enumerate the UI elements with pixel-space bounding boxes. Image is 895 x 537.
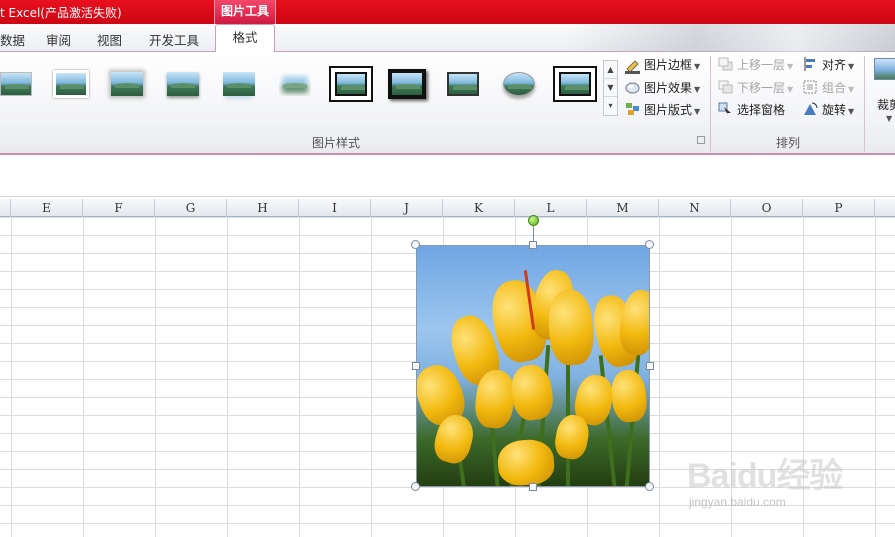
resize-handle-top[interactable] (529, 241, 537, 249)
crop-icon (874, 58, 895, 80)
column-header[interactable]: N (659, 199, 731, 217)
window-title: t Excel(产品激活失败) (0, 6, 122, 20)
picture-border-button[interactable]: 图片边框 ▼ (625, 56, 700, 76)
align-icon (803, 57, 818, 71)
picture-layout-label: 图片版式 (644, 103, 693, 117)
picture-style-thumbnail[interactable] (441, 66, 485, 102)
picture-styles-dialog-launcher-icon[interactable] (697, 136, 705, 144)
column-header[interactable]: L (515, 199, 587, 217)
gallery-more-button[interactable]: ▾ (604, 97, 617, 115)
picture-effects-icon (625, 80, 640, 94)
column-header[interactable]: E (11, 199, 83, 217)
group-separator (710, 56, 711, 152)
bring-forward-button[interactable]: 上移一层 ▼ (718, 56, 793, 76)
column-header[interactable]: G (155, 199, 227, 217)
picture-style-thumbnail[interactable] (217, 66, 261, 102)
picture-effects-label: 图片效果 (644, 81, 693, 95)
picture-style-thumbnail[interactable] (0, 66, 38, 102)
gallery-scroll-up-button[interactable]: ▲ (604, 61, 617, 79)
selection-pane-icon (718, 102, 733, 116)
align-label: 对齐 (822, 58, 847, 72)
picture-layout-button[interactable]: 图片版式 ▼ (625, 101, 700, 121)
picture-selection-border (416, 245, 650, 487)
column-header[interactable]: I (299, 199, 371, 217)
tab-developer[interactable]: 开发工具 (149, 30, 199, 49)
resize-handle-bottom-left[interactable] (411, 482, 420, 491)
group-label: 组合 (822, 81, 847, 95)
group-icon (803, 80, 818, 94)
picture-layout-icon (625, 102, 640, 116)
rotation-handle-icon[interactable] (528, 215, 539, 226)
ribbon-tab-row: 数据 审阅 视图 开发工具 格式 (0, 24, 895, 53)
gallery-scroll-down-button[interactable]: ▼ (604, 79, 617, 97)
crop-label: 裁剪 (877, 98, 895, 112)
excel-window: t Excel(产品激活失败) 图片工具 数据 审阅 视图 开发工具 格式 ▲ … (0, 0, 895, 537)
tab-format[interactable]: 格式 (215, 24, 275, 53)
column-header[interactable]: F (83, 199, 155, 217)
send-backward-icon (718, 80, 733, 94)
watermark-logo-text: Baidu经验 (687, 457, 843, 495)
resize-handle-right[interactable] (646, 362, 654, 370)
picture-style-thumbnail[interactable] (385, 66, 429, 102)
resize-handle-bottom[interactable] (529, 483, 537, 491)
send-backward-label: 下移一层 (737, 81, 786, 95)
tab-review[interactable]: 审阅 (46, 30, 71, 49)
tabrow-decoration (565, 24, 895, 52)
column-header[interactable]: J (371, 199, 443, 217)
column-header[interactable]: O (731, 199, 803, 217)
resize-handle-top-left[interactable] (411, 240, 420, 249)
bring-forward-label: 上移一层 (737, 58, 786, 72)
picture-style-gallery (0, 58, 618, 114)
ribbon: ▲ ▼ ▾ 图片边框 ▼ 图片效果 ▼ 图片版式 ▼ 图片样式 上移一层 ▼ 下移一层 ▼… (0, 52, 895, 155)
pencil-border-icon (625, 60, 640, 74)
tab-view[interactable]: 视图 (97, 30, 122, 49)
group-separator (864, 56, 865, 152)
formula-bar-area (0, 157, 895, 197)
picture-style-thumbnail[interactable] (273, 66, 317, 102)
baidu-jingyan-watermark: Baidu经验 jingyan.baidu.com (687, 448, 887, 518)
crop-button[interactable]: 裁剪 ▼ (872, 56, 895, 126)
resize-handle-bottom-right[interactable] (645, 482, 654, 491)
picture-tools-context-header: 图片工具 (214, 0, 276, 24)
resize-handle-left[interactable] (412, 362, 420, 370)
rotate-button[interactable]: 旋转 ▼ (803, 101, 854, 121)
column-header[interactable]: K (443, 199, 515, 217)
column-header[interactable]: H (227, 199, 299, 217)
picture-style-thumbnail[interactable] (49, 66, 93, 102)
picture-border-label: 图片边框 (644, 58, 693, 72)
column-header[interactable]: M (587, 199, 659, 217)
picture-style-thumbnail[interactable] (497, 66, 541, 102)
picture-effects-button[interactable]: 图片效果 ▼ (625, 79, 700, 99)
selection-pane-button[interactable]: 选择窗格 (718, 101, 785, 121)
tab-data[interactable]: 数据 (0, 30, 25, 49)
rotate-label: 旋转 (822, 103, 847, 117)
picture-styles-group-label: 图片样式 (312, 136, 361, 150)
title-bar: t Excel(产品激活失败) (0, 0, 895, 24)
bring-forward-icon (718, 57, 733, 71)
picture-style-thumbnail[interactable] (105, 66, 149, 102)
column-header[interactable]: P (803, 199, 875, 217)
gallery-scroll-controls: ▲ ▼ ▾ (603, 60, 618, 116)
watermark-url: jingyan.baidu.com (689, 495, 786, 509)
column-header-row: E F G H I J K L M N O P (0, 199, 895, 217)
picture-style-thumbnail[interactable] (161, 66, 205, 102)
rotate-icon (803, 102, 818, 116)
arrange-group-label: 排列 (776, 136, 801, 150)
selection-pane-label: 选择窗格 (737, 103, 786, 117)
align-button[interactable]: 对齐 ▼ (803, 56, 854, 76)
group-button[interactable]: 组合 ▼ (803, 79, 854, 99)
resize-handle-top-right[interactable] (645, 240, 654, 249)
send-backward-button[interactable]: 下移一层 ▼ (718, 79, 793, 99)
picture-style-thumbnail[interactable] (329, 66, 373, 102)
picture-style-thumbnail-selected[interactable] (553, 66, 597, 102)
